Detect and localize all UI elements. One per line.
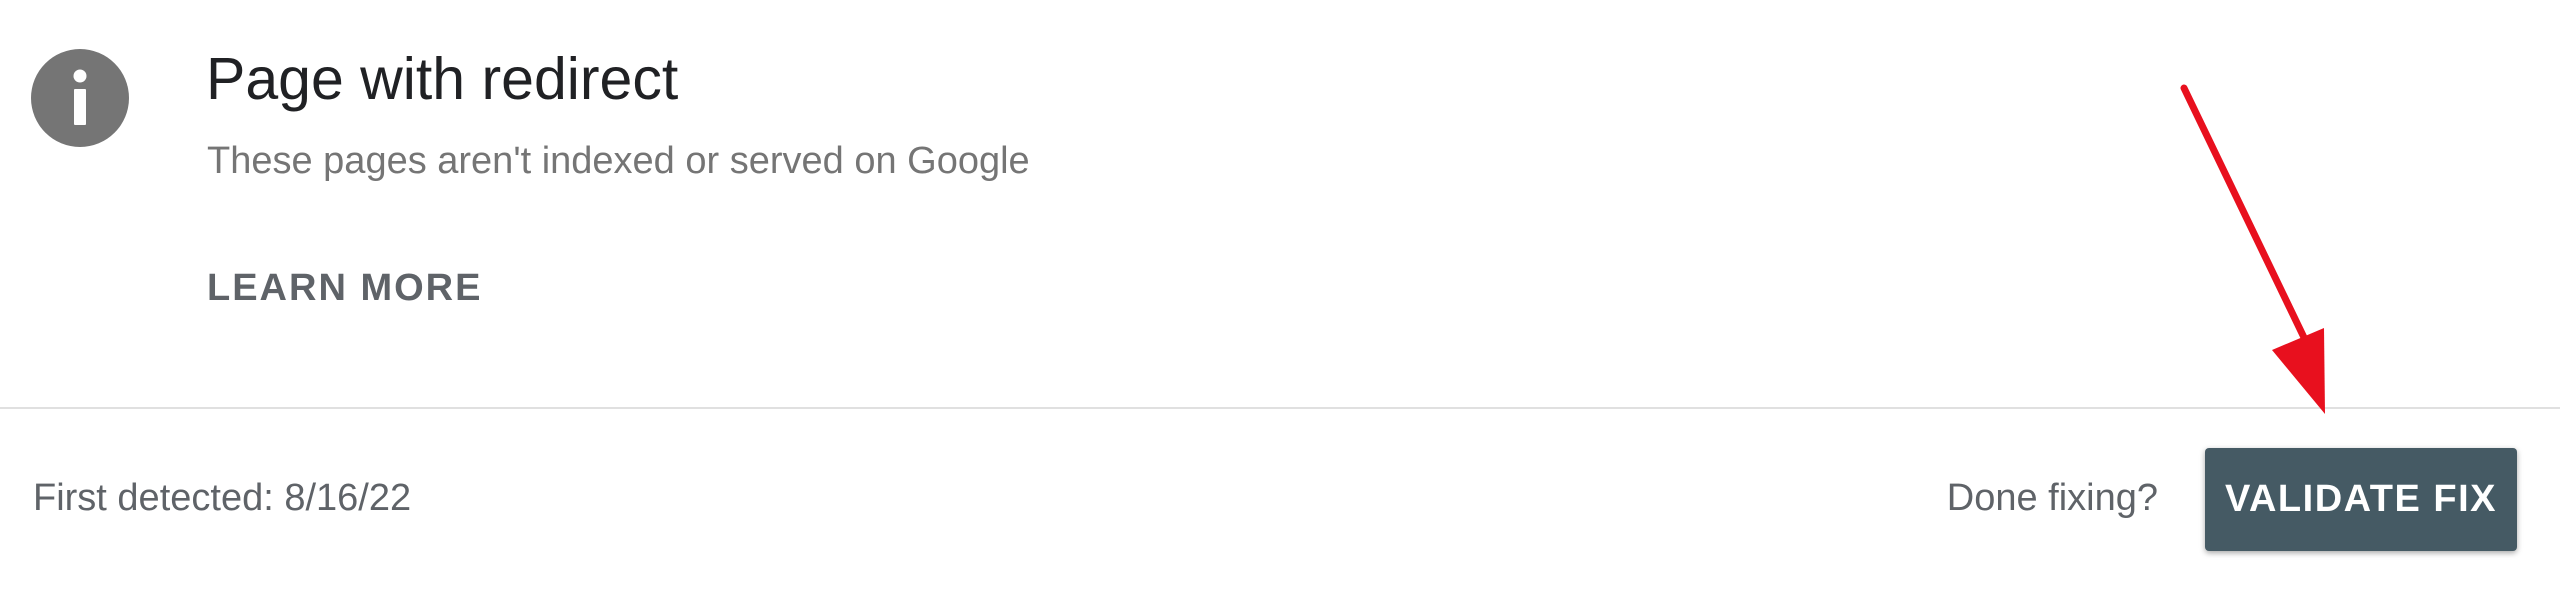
issue-description: These pages aren't indexed or served on … <box>207 140 1030 182</box>
annotation-arrow-shaft <box>2180 84 2314 354</box>
first-detected-date: First detected: 8/16/22 <box>33 477 412 519</box>
annotation-arrow-head <box>2272 328 2325 414</box>
done-fixing-label: Done fixing? <box>1946 477 2158 519</box>
info-icon <box>31 49 129 147</box>
divider <box>0 407 2560 409</box>
validate-fix-button[interactable]: VALIDATE FIX <box>2205 448 2517 551</box>
issue-card: Page with redirect These pages aren't in… <box>0 0 2560 595</box>
info-icon-glyph <box>73 69 87 125</box>
issue-title: Page with redirect <box>206 46 679 112</box>
learn-more-link[interactable]: LEARN MORE <box>207 263 482 313</box>
